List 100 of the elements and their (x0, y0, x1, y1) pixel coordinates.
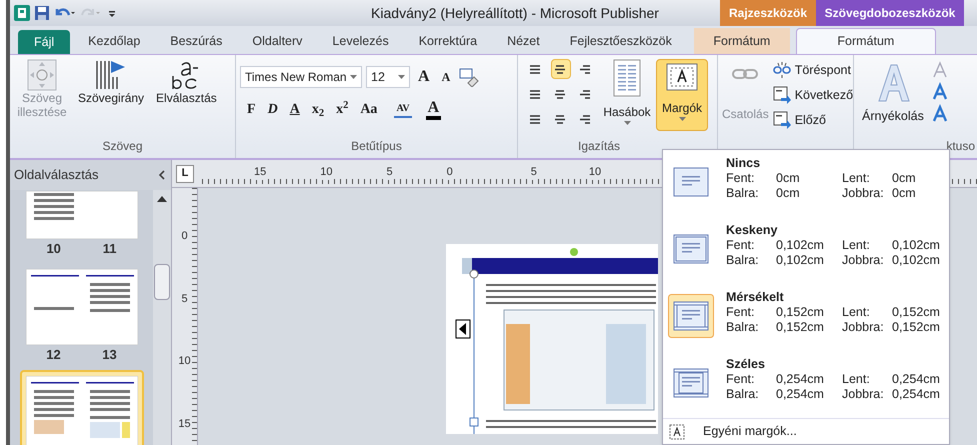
textbox-arrow-icon (772, 110, 791, 129)
field-value: 0,102cm (892, 253, 941, 268)
columns-button[interactable]: Hasábok (602, 59, 652, 131)
ruler-corner-button[interactable]: L (176, 164, 194, 182)
ribbon-tab[interactable]: Beszúrás (158, 28, 234, 54)
ribbon-button[interactable]: Elválasztás (152, 59, 221, 137)
custom-margins-item[interactable]: Egyéni margók... (703, 422, 797, 441)
page-number: 10 (46, 240, 61, 258)
group-label: Igazítás (577, 138, 622, 155)
ribbon-tab[interactable]: Formátum (796, 28, 936, 54)
field-label: Jobbra: (842, 253, 885, 268)
link-nav-button[interactable]: Előző (772, 110, 854, 130)
option-title: Mérsékelt (726, 290, 785, 305)
ribbon-tab[interactable]: Levelezés (320, 28, 401, 54)
field-value: 0,152cm (776, 320, 825, 335)
shadow-button[interactable]: Árnyékolás (862, 61, 924, 126)
ribbon-tab[interactable]: Fejlesztőeszközök (558, 28, 684, 54)
page-thumbnail[interactable]: 10 11 (22, 187, 142, 258)
custom-margins-icon (669, 424, 685, 440)
field-value: 0,102cm (776, 253, 825, 268)
field-value: 0,152cm (892, 305, 941, 320)
columns-icon (613, 59, 641, 97)
ribbon-tab[interactable]: Kezdőlap (76, 28, 152, 54)
text-fit-icon (27, 59, 57, 91)
group-label: Betűtípus (350, 138, 403, 155)
dropdown-icon (678, 117, 686, 121)
font-size-field[interactable]: 12 (366, 66, 410, 88)
field-label: Fent: (726, 305, 756, 320)
field-label: Lent: (842, 305, 871, 320)
grow-font-button[interactable]: A (414, 65, 434, 89)
format-button[interactable]: x$_{2}$ (308, 99, 328, 120)
option-title: Keskeny (726, 223, 778, 238)
margin-option[interactable]: Keskeny Fent: 0,102cm Lent: 0,102cm Balra: 0,102cm Jobbra: 0,102cm (663, 217, 949, 284)
scroll-thumb[interactable] (154, 264, 170, 300)
field-value: 0cm (892, 186, 917, 201)
font-name-field[interactable]: Times New Roman (240, 66, 362, 88)
field-label: Balra: (726, 387, 760, 402)
ruler-number: 0 (181, 229, 188, 244)
field-label: Balra: (726, 320, 760, 335)
field-value: 0cm (776, 171, 801, 186)
margin-option[interactable]: Mérsékelt Fent: 0,152cm Lent: 0,152cm Balra: 0,152cm Jobbra: 0,152cm (663, 284, 949, 351)
ribbon-tab[interactable]: Nézet (495, 28, 552, 54)
margins-button[interactable]: Margók (656, 59, 708, 131)
context-group-label: Rajzeszközök (720, 0, 816, 26)
option-title: Nincs (726, 156, 762, 171)
align-button[interactable] (551, 59, 572, 79)
ruler-number: 5 (181, 292, 188, 306)
field-label: Balra: (726, 186, 760, 201)
field-label: Jobbra: (842, 186, 885, 201)
ribbon-tab[interactable]: Fájl (18, 30, 70, 54)
page-thumbnail[interactable]: 12 13 (22, 264, 142, 364)
field-value: 0,254cm (776, 387, 825, 402)
align-icon (530, 64, 542, 74)
format-button[interactable]: Aa (357, 99, 380, 120)
field-value: 0,152cm (776, 305, 825, 320)
ruler-number: 10 (178, 354, 191, 369)
align-icon (530, 90, 542, 99)
clear-formatting-icon[interactable] (458, 67, 480, 87)
option-title: Széles (726, 357, 766, 372)
save-icon[interactable] (34, 5, 50, 21)
dropdown-icon (350, 75, 357, 79)
field-label: Fent: (726, 238, 756, 253)
margin-option[interactable]: Széles Fent: 0,254cm Lent: 0,254cm Balra: 0,254cm Jobbra: 0,254cm (663, 351, 949, 418)
format-button[interactable]: x$^{2}$ (333, 99, 352, 120)
character-spacing-button[interactable]: AV (394, 101, 412, 118)
app-logo-icon (14, 5, 30, 21)
format-button[interactable]: D (264, 99, 281, 120)
broken-link-icon (772, 61, 791, 80)
align-icon (554, 115, 568, 124)
field-value: 0,254cm (776, 372, 825, 387)
field-value: 0,254cm (892, 372, 941, 387)
textbox-arrow-icon (772, 86, 791, 104)
format-button[interactable]: F (244, 99, 259, 120)
link-nav-button[interactable]: Töréspont (772, 61, 854, 80)
field-label: Lent: (842, 171, 871, 186)
field-value: 0,152cm (892, 320, 941, 335)
field-value: 0cm (776, 186, 801, 201)
font-color-button[interactable]: A (426, 100, 442, 120)
chain-link-icon (732, 67, 758, 81)
context-group-label: Szövegdobozeszközök (816, 0, 964, 26)
ribbon-tab[interactable]: Oldalterv (240, 28, 314, 54)
field-value: 0,102cm (776, 238, 825, 253)
ribbon-button[interactable]: Szövegirány (74, 59, 148, 137)
page-thumbnail[interactable] (20, 370, 144, 445)
format-button[interactable]: A (286, 99, 303, 120)
text-effects-icon[interactable] (932, 61, 948, 123)
align-icon (530, 115, 542, 124)
ribbon-tab[interactable]: Korrektúra (406, 28, 490, 54)
page-number: 12 (46, 346, 61, 364)
scrollbar[interactable] (153, 190, 171, 445)
link-nav-button[interactable]: Következő (772, 86, 854, 104)
shrink-font-button[interactable]: A (438, 68, 454, 86)
field-label: Jobbra: (842, 387, 885, 402)
page-number: 13 (102, 346, 117, 364)
field-label: Fent: (726, 372, 756, 387)
field-label: Lent: (842, 372, 871, 387)
ribbon-tab[interactable]: Formátum (694, 28, 790, 54)
collapse-icon[interactable] (157, 170, 167, 180)
group-label: Szöveg (101, 138, 144, 155)
field-label: Jobbra: (842, 320, 885, 335)
